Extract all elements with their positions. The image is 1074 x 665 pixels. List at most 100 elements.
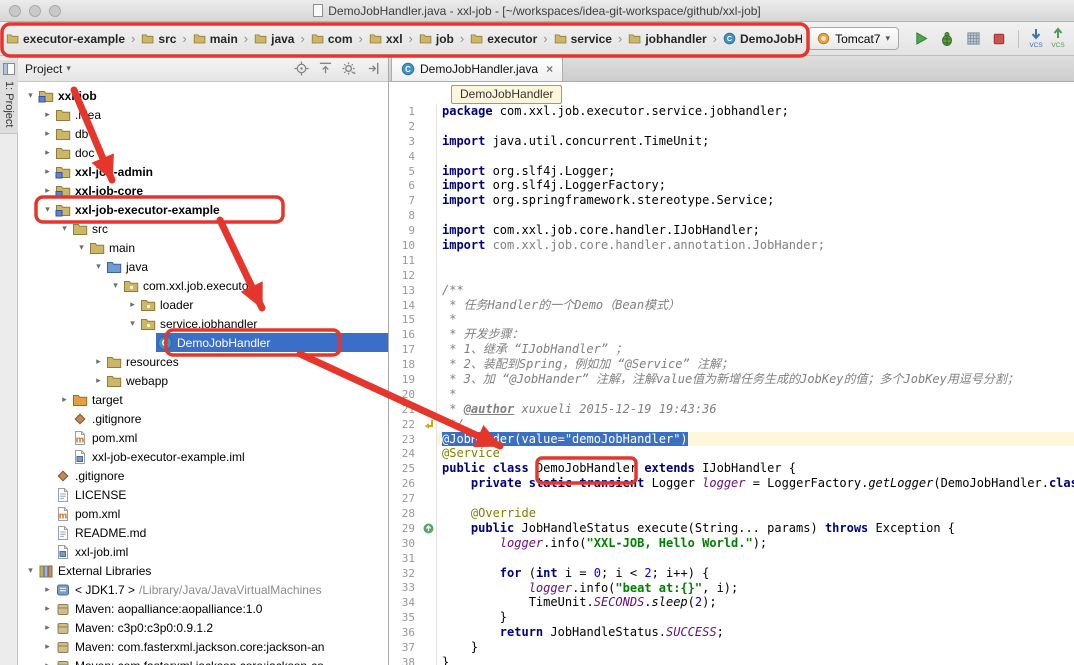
code-line-35[interactable]: 35 }: [389, 610, 1074, 625]
line-number[interactable]: 37: [389, 641, 421, 654]
code-text[interactable]: * 任务Handler的一个Demo（Bean模式）: [436, 298, 1074, 313]
line-number[interactable]: 25: [389, 462, 421, 475]
breadcrumb-main[interactable]: main: [193, 32, 238, 46]
code-line-14[interactable]: 14 * 任务Handler的一个Demo（Bean模式）: [389, 298, 1074, 313]
code-line-17[interactable]: 17 * 1、继承 “IJobHandler” ；: [389, 342, 1074, 357]
breadcrumb-executor[interactable]: executor: [470, 32, 537, 46]
code-text[interactable]: }: [436, 640, 1074, 655]
code-line-26[interactable]: 26 private static transient Logger logge…: [389, 476, 1074, 491]
breadcrumb-demojobhandler[interactable]: CDemoJobHandler: [723, 32, 802, 46]
line-number[interactable]: 11: [389, 254, 421, 267]
code-text[interactable]: [436, 551, 1074, 566]
code-text[interactable]: }: [436, 655, 1074, 665]
locate-file-button[interactable]: [294, 61, 309, 76]
line-number[interactable]: 6: [389, 179, 421, 192]
tree-item-maven-com-fasterxml-jackson-core-jackson-an[interactable]: ▸Maven: com.fasterxml.jackson.core:jacks…: [18, 637, 388, 656]
close-tab-icon[interactable]: ×: [546, 62, 553, 76]
code-line-3[interactable]: 3import java.util.concurrent.TimeUnit;: [389, 134, 1074, 149]
tree-item-xxl-job-admin[interactable]: ▸xxl-job-admin: [18, 162, 388, 181]
expand-right-icon[interactable]: ▸: [41, 660, 54, 665]
breadcrumb-jobhandler[interactable]: jobhandler: [628, 32, 706, 46]
code-text[interactable]: TimeUnit.SECONDS.sleep(2);: [436, 595, 1074, 610]
expand-down-icon[interactable]: ▾: [109, 280, 122, 291]
code-line-32[interactable]: 32 for (int i = 0; i < 2; i++) {: [389, 566, 1074, 581]
tree-item-xxl-job-core[interactable]: ▸xxl-job-core: [18, 181, 388, 200]
editor-breadcrumb-class[interactable]: DemoJobHandler: [451, 85, 562, 104]
breadcrumb-java[interactable]: java: [254, 32, 294, 46]
code-text[interactable]: /**: [436, 283, 1074, 298]
tree-item-gitignore[interactable]: .gitignore: [18, 466, 388, 485]
code-text[interactable]: [436, 208, 1074, 223]
hide-panel-button[interactable]: [366, 61, 381, 76]
code-line-7[interactable]: 7 import org.springframework.stereotype.S…: [389, 193, 1074, 208]
line-number[interactable]: 26: [389, 477, 421, 490]
tree-item-src[interactable]: ▾src: [18, 219, 388, 238]
code-text[interactable]: */: [436, 417, 1074, 432]
code-text[interactable]: public class DemoJobHandler extends IJob…: [436, 461, 1074, 476]
line-number[interactable]: 3: [389, 135, 421, 148]
code-line-22[interactable]: 22 */: [389, 417, 1074, 432]
tree-item-maven-c3p0-c3p0-0-9-1-2[interactable]: ▸Maven: c3p0:c3p0:0.9.1.2: [18, 618, 388, 637]
code-text[interactable]: [436, 149, 1074, 164]
expand-right-icon[interactable]: ▸: [92, 375, 105, 386]
expand-right-icon[interactable]: ▸: [41, 584, 54, 595]
line-number[interactable]: 30: [389, 537, 421, 550]
tree-item-xxl-job-executor-example-iml[interactable]: xxl-job-executor-example.iml: [18, 447, 388, 466]
code-line-13[interactable]: 13/**: [389, 283, 1074, 298]
line-number[interactable]: 15: [389, 313, 421, 326]
settings-gear-button[interactable]: [342, 61, 357, 76]
code-text[interactable]: package com.xxl.job.executor.service.job…: [436, 104, 1074, 119]
code-line-10[interactable]: 10import com.xxl.job.core.handler.annota…: [389, 238, 1074, 253]
code-text[interactable]: * 2、装配到Spring，例如加 “@Service” 注解；: [436, 357, 1074, 372]
tree-item-service-jobhandler[interactable]: ▾service.jobhandler: [18, 314, 388, 333]
tree-item-com-xxl-job-executor[interactable]: ▾com.xxl.job.executor: [18, 276, 388, 295]
expand-right-icon[interactable]: ▸: [41, 603, 54, 614]
override-gutter-icon[interactable]: [421, 521, 436, 536]
line-number[interactable]: 38: [389, 656, 421, 665]
line-number[interactable]: 33: [389, 581, 421, 594]
breadcrumb-job[interactable]: job: [419, 32, 454, 46]
expand-right-icon[interactable]: ▸: [41, 622, 54, 633]
code-line-31[interactable]: 31: [389, 551, 1074, 566]
expand-down-icon[interactable]: ▾: [75, 242, 88, 253]
line-number[interactable]: 8: [389, 209, 421, 222]
line-number[interactable]: 35: [389, 611, 421, 624]
tree-item-maven-aopalliance-aopalliance-1-0[interactable]: ▸Maven: aopalliance:aopalliance:1.0: [18, 599, 388, 618]
minimize-button[interactable]: [29, 5, 41, 17]
tree-item-java[interactable]: ▾java: [18, 257, 388, 276]
line-number[interactable]: 2: [389, 120, 421, 133]
code-text[interactable]: import com.xxl.job.core.handler.IJobHand…: [436, 223, 1074, 238]
line-number[interactable]: 14: [389, 299, 421, 312]
code-text[interactable]: * @author xuxueli 2015-12-19 19:43:36: [436, 402, 1074, 417]
bookmark-gutter-icon[interactable]: [421, 417, 436, 432]
code-line-21[interactable]: 21 * @author xuxueli 2015-12-19 19:43:36: [389, 402, 1074, 417]
code-line-27[interactable]: 27: [389, 491, 1074, 506]
expand-right-icon[interactable]: ▸: [41, 147, 54, 158]
code-text[interactable]: @Override: [436, 506, 1074, 521]
code-text[interactable]: import org.springframework.stereotype.Se…: [436, 193, 1074, 208]
code-line-15[interactable]: 15 *: [389, 312, 1074, 327]
tree-item-main[interactable]: ▾main: [18, 238, 388, 257]
code-line-33[interactable]: 33 logger.info("beat at:{}", i);: [389, 581, 1074, 596]
vcs-update-button[interactable]: VCS: [1026, 26, 1046, 52]
expand-right-icon[interactable]: ▸: [41, 166, 54, 177]
tree-item-target[interactable]: ▸target: [18, 390, 388, 409]
line-number[interactable]: 16: [389, 328, 421, 341]
code-line-19[interactable]: 19 * 3、加 “@JobHander” 注解，注解value值为新增任务生成…: [389, 372, 1074, 387]
line-number[interactable]: 7: [389, 194, 421, 207]
expand-down-icon[interactable]: ▾: [41, 204, 54, 215]
expand-down-icon[interactable]: ▾: [24, 90, 37, 101]
run-config-selector[interactable]: Tomcat7 ▾: [808, 27, 899, 50]
line-number[interactable]: 1: [389, 105, 421, 118]
line-number[interactable]: 18: [389, 358, 421, 371]
line-number[interactable]: 4: [389, 150, 421, 163]
code-line-23[interactable]: 23@JobHander(value="demoJobHandler"): [389, 432, 1074, 447]
code-line-8[interactable]: 8: [389, 208, 1074, 223]
line-number[interactable]: 32: [389, 567, 421, 580]
line-number[interactable]: 27: [389, 492, 421, 505]
tool-window-button-project[interactable]: 1: Project: [0, 60, 18, 134]
line-number[interactable]: 29: [389, 522, 421, 535]
code-text[interactable]: private static transient Logger logger =…: [436, 476, 1074, 491]
debug-button[interactable]: [935, 27, 959, 51]
breadcrumb-service[interactable]: service: [554, 32, 612, 46]
